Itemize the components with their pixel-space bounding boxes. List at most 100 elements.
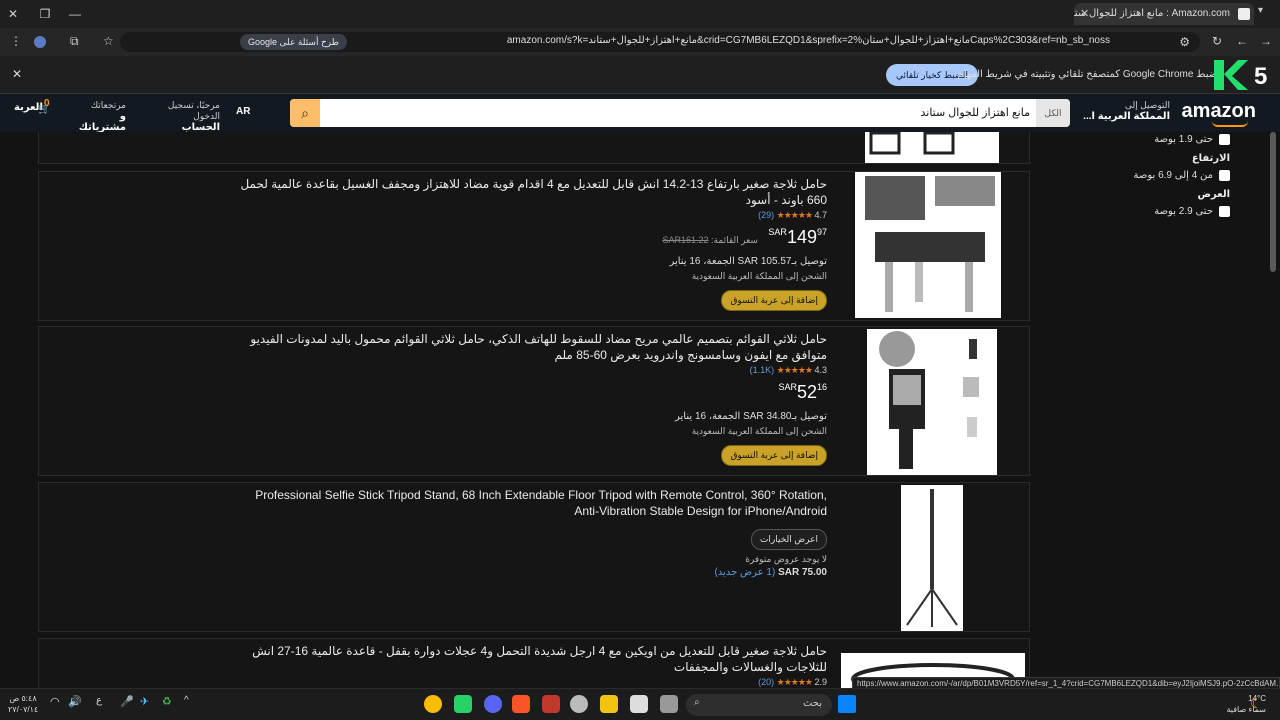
microphone-icon[interactable]: 🎤 xyxy=(120,695,138,713)
language-icon[interactable]: ع xyxy=(96,695,114,713)
address-bar: ⋮ ⧉ ☆ طرح أسئلة على Google amazon.com/s?… xyxy=(0,28,1280,56)
minimize-window-icon[interactable]: — xyxy=(66,5,84,23)
taskbar-clock[interactable]: ٥:٤٨ ص ٢٧/٠٧/١٤ xyxy=(8,693,38,715)
product-rating[interactable]: 2.9 ★★★★★ (20) xyxy=(237,677,827,688)
amazon-logo[interactable]: amazon xyxy=(1182,100,1256,123)
filter-option[interactable]: حتى 1.9 بوصة xyxy=(1090,134,1230,145)
reload-icon[interactable]: ↻ xyxy=(1212,34,1222,48)
store-icon[interactable] xyxy=(630,695,648,713)
product-image[interactable] xyxy=(867,329,997,475)
review-count[interactable]: (1.1K) xyxy=(750,365,775,375)
windows-start-icon[interactable] xyxy=(838,695,856,713)
product-card: Professional Selfie Stick Tripod Stand, … xyxy=(38,482,1030,632)
google-lens-pill[interactable]: طرح أسئلة على Google xyxy=(240,34,347,50)
menu-icon[interactable]: ⋮ xyxy=(10,34,22,48)
offer-line: SAR 75.00 (1 عرض جديد) xyxy=(714,567,827,578)
cart-icon[interactable]: 🛒 xyxy=(38,104,50,115)
forward-icon[interactable]: ← xyxy=(1236,34,1248,48)
product-body: حامل ثلاجة صغير بارتفاع 13-14.2 انش قابل… xyxy=(237,176,827,311)
star-rating-icon: ★★★★★ xyxy=(776,365,813,375)
add-to-cart-button[interactable]: إضافة إلى عربة التسوق xyxy=(721,290,827,311)
product-image[interactable] xyxy=(865,132,999,163)
tray-app-icon[interactable]: ♻ xyxy=(162,695,180,713)
url-field[interactable]: طرح أسئلة على Google amazon.com/s?k=مانع… xyxy=(120,32,1200,52)
infobar-text: اضبط Google Chrome كمتصفح تلقائي وتثبيته… xyxy=(957,69,1220,80)
star-rating-icon: ★★★★★ xyxy=(776,210,813,220)
product-title[interactable]: حامل ثلاجة صغير قابل للتعديل من اويكين م… xyxy=(237,643,827,675)
tab-title: Amazon.com : مانع اهتزاز للجوال ستاند xyxy=(1074,8,1230,19)
search-results-area: حتى 1.9 بوصة الارتفاع من 4 إلى 6.9 بوصة … xyxy=(0,132,1280,688)
offers-link[interactable]: (1 عرض جديد) xyxy=(714,567,775,578)
product-title[interactable]: حامل ثلاجة صغير بارتفاع 13-14.2 انش قابل… xyxy=(237,176,827,208)
search-category-select[interactable]: الكل xyxy=(1036,99,1070,127)
filter-checkbox[interactable] xyxy=(1219,206,1230,217)
delivery-info: توصيل بـ34.80 SAR الجمعة، 16 يناير xyxy=(675,411,827,422)
tab-close-icon[interactable]: ✕ xyxy=(1080,3,1089,25)
browser-tab[interactable]: ✕ Amazon.com : مانع اهتزاز للجوال ستاند xyxy=(1074,3,1254,25)
site-info-icon[interactable]: ⚙ xyxy=(1179,35,1190,49)
wifi-icon[interactable]: ◠ xyxy=(50,695,68,713)
filter-checkbox[interactable] xyxy=(1219,134,1230,145)
infobar-close-icon[interactable]: ✕ xyxy=(12,67,22,81)
product-image[interactable] xyxy=(901,485,963,631)
review-count[interactable]: (20) xyxy=(758,677,774,687)
filter-option[interactable]: من 4 إلى 6.9 بوصة xyxy=(1090,170,1230,181)
browser-tab-bar: ✕ ❐ — + ✕ Amazon.com : مانع اهتزاز للجوا… xyxy=(0,0,1280,28)
deliver-label: التوصيل إلى xyxy=(1124,100,1170,110)
filter-option[interactable]: حتى 2.9 بوصة xyxy=(1090,206,1230,217)
product-title[interactable]: حامل ثلاثي القوائم بتصميم عالمي مريح مضا… xyxy=(237,331,827,363)
amazon-favicon-icon xyxy=(1238,8,1250,20)
chevron-up-icon[interactable]: ^ xyxy=(184,695,202,713)
chrome-icon[interactable] xyxy=(424,695,442,713)
task-view-icon[interactable] xyxy=(660,695,678,713)
orders-link[interactable]: مرتجعاتك و مشترياتك xyxy=(78,100,126,133)
app-icon[interactable] xyxy=(542,695,560,713)
brave-icon[interactable] xyxy=(512,695,530,713)
product-body: حامل ثلاجة صغير قابل للتعديل من اويكين م… xyxy=(237,643,827,688)
add-to-cart-button[interactable]: إضافة إلى عربة التسوق xyxy=(721,445,827,466)
deliver-to[interactable]: التوصيل إلى المملكة العربية ا... xyxy=(1080,100,1170,122)
back-icon[interactable]: → xyxy=(1260,34,1272,48)
restore-window-icon[interactable]: ❐ xyxy=(36,5,54,23)
product-price: SAR5216 xyxy=(778,382,827,402)
delivery-info: توصيل بـ105.57 SAR الجمعة، 16 يناير xyxy=(669,256,827,267)
filter-heading: الارتفاع xyxy=(1191,153,1230,164)
filter-checkbox[interactable] xyxy=(1219,170,1230,181)
close-window-icon[interactable]: ✕ xyxy=(4,5,22,23)
account-greeting: مرحبًا، تسجيل الدخول xyxy=(167,100,220,121)
see-options-button[interactable]: اعرض الخيارات xyxy=(750,529,827,550)
moon-weather-icon: ☾ xyxy=(1250,695,1263,711)
search-input[interactable]: مانع اهتزاز للجوال ستاند xyxy=(921,106,1031,119)
bookmark-star-icon[interactable]: ☆ xyxy=(103,34,114,48)
product-price: SAR14997 سعر القائمة: SAR161.22 xyxy=(662,227,827,247)
page-scrollbar[interactable] xyxy=(1270,132,1276,272)
review-count[interactable]: (29) xyxy=(758,210,774,220)
product-rating[interactable]: 4.7 ★★★★★ (29) xyxy=(237,210,827,221)
volume-icon[interactable]: 🔊 xyxy=(68,695,86,713)
discord-icon[interactable] xyxy=(484,695,502,713)
filter-heading: العرض xyxy=(1197,189,1231,200)
mouse-app-icon[interactable] xyxy=(570,695,588,713)
product-card xyxy=(38,132,1030,164)
tab-search-icon[interactable]: ▾ xyxy=(1258,5,1272,19)
amazon-header: amazon التوصيل إلى المملكة العربية ا... … xyxy=(0,94,1280,144)
ship-to-info: الشحن إلى المملكة العربية السعودية xyxy=(691,271,827,281)
windows-taskbar: ٥:٤٨ ص ٢٧/٠٧/١٤ ◠ 🔊 ع 🎤 ✈ ♻ ^ بحث ⌕ 14°C… xyxy=(0,688,1280,720)
product-card: حامل ثلاجة صغير بارتفاع 13-14.2 انش قابل… xyxy=(38,171,1030,321)
search-button[interactable]: ⌕ xyxy=(290,99,320,127)
whatsapp-icon[interactable] xyxy=(454,695,472,713)
product-title[interactable]: Professional Selfie Stick Tripod Stand, … xyxy=(237,487,827,519)
ship-to-info: الشحن إلى المملكة العربية السعودية xyxy=(691,426,827,436)
profile-icon[interactable] xyxy=(34,36,46,48)
no-offers-text: لا يوجد عروض متوفرة xyxy=(745,554,827,564)
orders-label-2: و مشترياتك xyxy=(78,111,126,133)
product-rating[interactable]: 4.3 ★★★★★ (1.1K) xyxy=(237,365,827,376)
extensions-icon[interactable]: ⧉ xyxy=(70,34,79,49)
star-rating-icon: ★★★★★ xyxy=(776,677,813,687)
file-explorer-icon[interactable] xyxy=(600,695,618,713)
product-body: حامل ثلاثي القوائم بتصميم عالمي مريح مضا… xyxy=(237,331,827,466)
product-image[interactable] xyxy=(855,172,1001,318)
language-selector[interactable]: AR xyxy=(236,106,250,117)
taskbar-search[interactable]: بحث ⌕ xyxy=(686,694,832,716)
tray-app-icon[interactable]: ✈ xyxy=(140,695,158,713)
